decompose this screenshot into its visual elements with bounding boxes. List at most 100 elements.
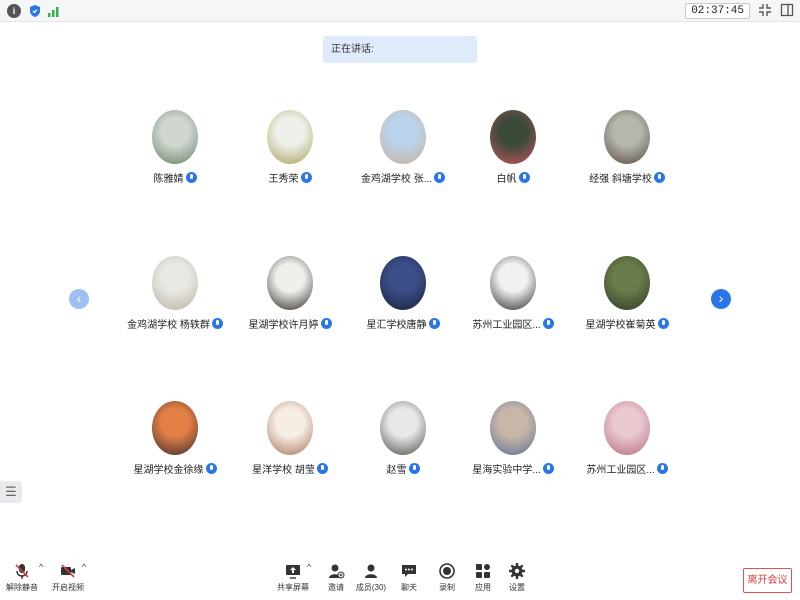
participant-name: 王秀荣 [268, 174, 299, 185]
participant-name: 赵雪 [386, 465, 407, 476]
participant-name: 金鸡湖学校 张... [360, 174, 433, 185]
participant-name: 苏州工业园区... [586, 465, 655, 476]
participant-tile[interactable]: 金鸡湖学校 杨轶群 [115, 256, 235, 331]
exit-fullscreen-icon[interactable] [757, 3, 773, 19]
avatar [490, 401, 536, 455]
share-options-chevron-icon[interactable]: ^ [307, 562, 311, 572]
share-screen-icon [286, 565, 300, 579]
mic-status-icon [205, 463, 217, 474]
speaking-indicator: 正在讲话: [323, 36, 477, 63]
audio-options-chevron-icon[interactable]: ^ [39, 562, 43, 572]
participant-tile[interactable]: 苏州工业园区... [567, 401, 687, 476]
avatar [267, 110, 313, 164]
mic-muted-icon [15, 564, 29, 579]
top-bar: i 02:37:45 [0, 0, 800, 22]
chat-label: 聊天 [401, 583, 417, 592]
participant-name-row: 金鸡湖学校 张... [343, 170, 463, 185]
avatar [604, 110, 650, 164]
participant-name-row: 星海实验中学... [453, 461, 573, 476]
bottom-toolbar: 解除静音 ^ 开启视频 ^ 共享屏幕 ^ 邀请 成员(30) 聊天 录制 应用 … [0, 558, 800, 600]
avatar [152, 401, 198, 455]
participant-tile[interactable]: 星湖学校金徐缘 [115, 401, 235, 476]
participant-name-row: 星湖学校金徐缘 [115, 461, 235, 476]
unmute-label: 解除静音 [6, 583, 38, 592]
previous-page-button[interactable]: ‹ [69, 289, 89, 309]
members-icon [365, 564, 377, 578]
participant-tile[interactable]: 星汇学校唐静 [343, 256, 463, 331]
settings-button[interactable]: 设置 [497, 562, 537, 593]
mic-status-icon [657, 318, 669, 329]
members-button[interactable]: 成员(30) [351, 562, 391, 593]
meeting-timer: 02:37:45 [685, 3, 750, 19]
participant-name: 星汇学校唐静 [366, 320, 427, 331]
settings-label: 设置 [509, 583, 525, 592]
mic-status-icon [542, 318, 554, 329]
participant-tile[interactable]: 星湖学校许月婷 [230, 256, 350, 331]
chat-icon [402, 565, 416, 577]
invite-button[interactable]: 邀请 [316, 562, 356, 593]
participant-name: 星海实验中学... [472, 465, 541, 476]
participant-name-row: 星湖学校崔菊英 [567, 316, 687, 331]
gear-icon [509, 563, 525, 579]
avatar [490, 110, 536, 164]
participant-name: 星洋学校 胡莹 [252, 465, 315, 476]
mic-status-icon [542, 463, 554, 474]
mic-status-icon [320, 318, 332, 329]
participant-name-row: 苏州工业园区... [567, 461, 687, 476]
side-panel-icon[interactable] [779, 3, 795, 19]
chat-button[interactable]: 聊天 [389, 562, 429, 593]
participant-name: 陈雅婧 [153, 174, 184, 185]
participant-name-row: 白帆 [453, 170, 573, 185]
share-screen-label: 共享屏幕 [277, 583, 309, 592]
members-label: 成员(30) [355, 583, 387, 592]
avatar [604, 256, 650, 310]
participant-tile[interactable]: 星湖学校崔菊英 [567, 256, 687, 331]
participant-tile[interactable]: 陈雅婧 [115, 110, 235, 185]
leave-meeting-button[interactable]: 离开会议 [743, 568, 792, 593]
avatar [380, 401, 426, 455]
unmute-button[interactable]: 解除静音 [2, 562, 42, 593]
participant-name-row: 陈雅婧 [115, 170, 235, 185]
mic-status-icon [300, 172, 312, 183]
participant-name-row: 王秀荣 [230, 170, 350, 185]
invite-icon [329, 564, 345, 579]
avatar [152, 256, 198, 310]
info-icon[interactable]: i [7, 4, 21, 18]
invite-label: 邀请 [328, 583, 344, 592]
participant-tile[interactable]: 赵雪 [343, 401, 463, 476]
avatar [380, 110, 426, 164]
participant-name: 苏州工业园区... [472, 320, 541, 331]
avatar [380, 256, 426, 310]
record-label: 录制 [439, 583, 455, 592]
mic-status-icon [211, 318, 223, 329]
participant-name: 星湖学校许月婷 [248, 320, 319, 331]
participant-name-row: 星洋学校 胡莹 [230, 461, 350, 476]
participant-tile[interactable]: 经强 斜塘学校 [567, 110, 687, 185]
participant-name: 经强 斜塘学校 [589, 174, 652, 185]
participant-name-row: 经强 斜塘学校 [567, 170, 687, 185]
avatar [267, 256, 313, 310]
participant-tile[interactable]: 金鸡湖学校 张... [343, 110, 463, 185]
next-page-button[interactable]: › [711, 289, 731, 309]
mic-status-icon [434, 172, 446, 183]
participant-tile[interactable]: 白帆 [453, 110, 573, 185]
list-view-toggle[interactable]: ☰ [0, 481, 22, 503]
participant-name-row: 金鸡湖学校 杨轶群 [115, 316, 235, 331]
start-video-label: 开启视频 [52, 583, 84, 592]
participant-tile[interactable]: 星海实验中学... [453, 401, 573, 476]
camera-off-icon [61, 564, 75, 578]
participant-tile[interactable]: 苏州工业园区... [453, 256, 573, 331]
record-button[interactable]: 录制 [427, 562, 467, 593]
participant-name-row: 苏州工业园区... [453, 316, 573, 331]
avatar [490, 256, 536, 310]
participant-tile[interactable]: 星洋学校 胡莹 [230, 401, 350, 476]
mic-status-icon [316, 463, 328, 474]
participant-tile[interactable]: 王秀荣 [230, 110, 350, 185]
video-options-chevron-icon[interactable]: ^ [82, 562, 86, 572]
apps-icon [476, 564, 490, 578]
record-icon [439, 563, 455, 579]
signal-strength-icon[interactable] [47, 4, 61, 18]
participant-name: 星湖学校金徐缘 [133, 465, 204, 476]
mic-status-icon [653, 172, 665, 183]
shield-icon[interactable] [28, 4, 42, 18]
